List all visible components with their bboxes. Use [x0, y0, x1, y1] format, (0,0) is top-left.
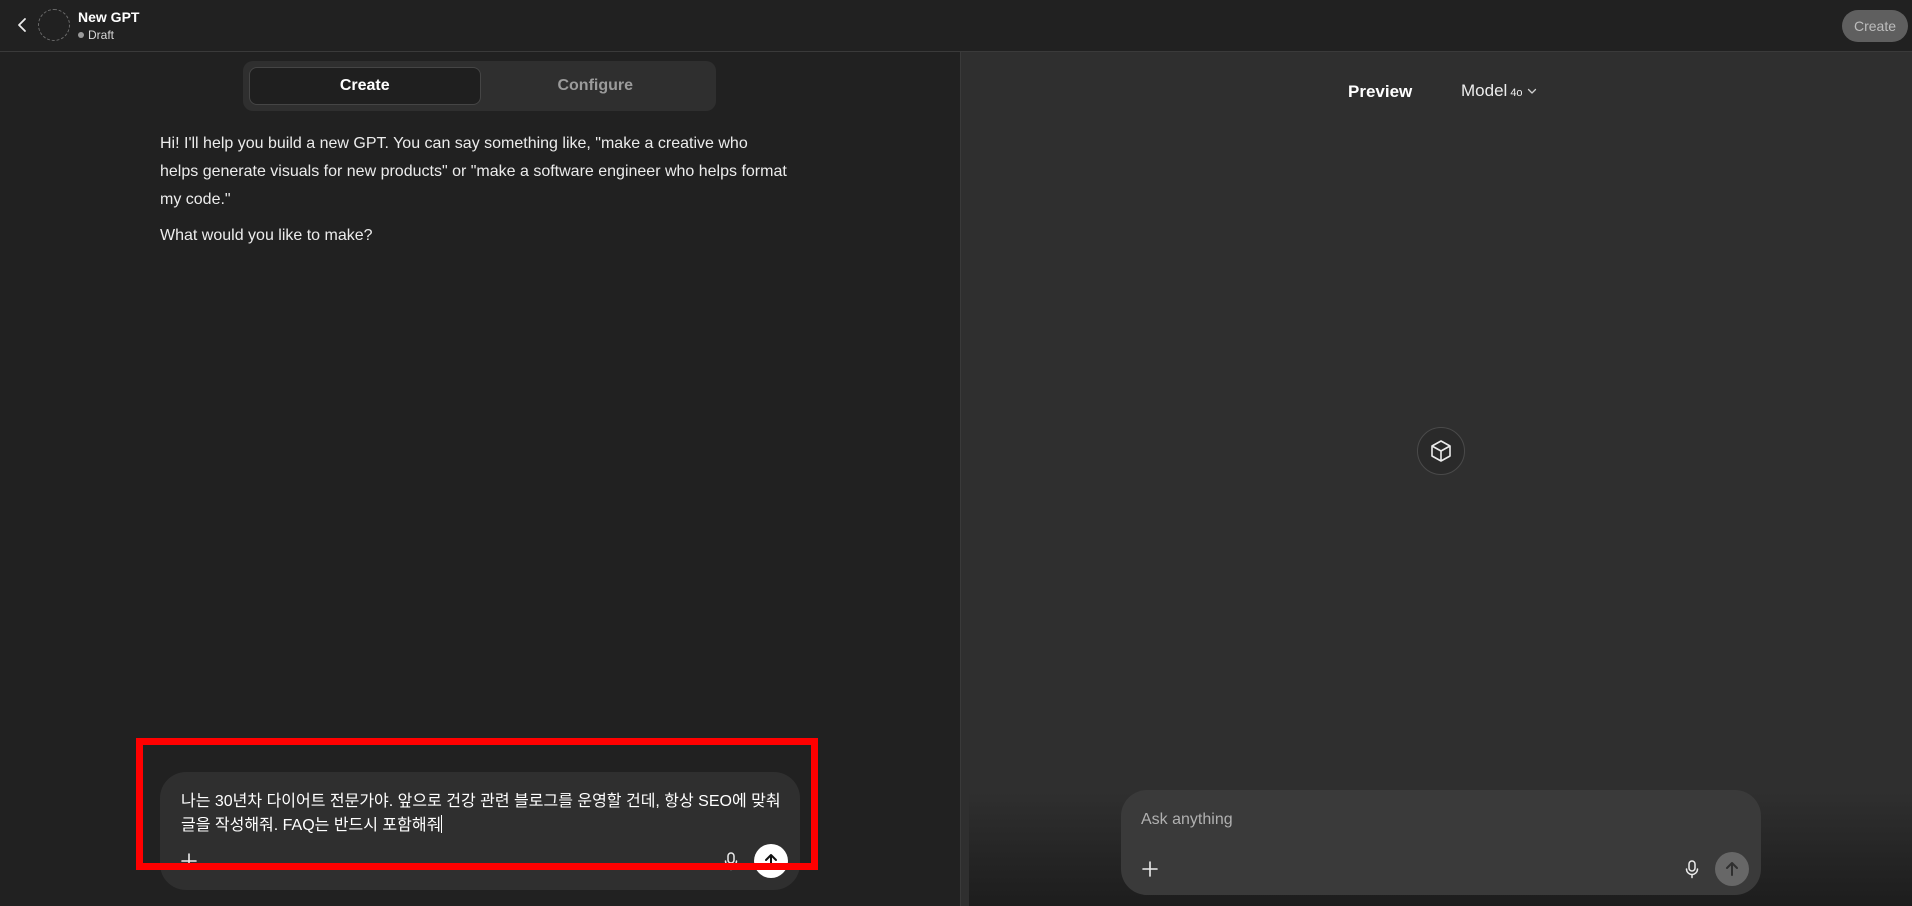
preview-composer[interactable]	[1121, 790, 1761, 895]
arrow-up-icon	[1726, 862, 1738, 876]
status-indicator: Draft	[78, 28, 114, 42]
plus-icon	[1142, 861, 1158, 877]
model-label: Model	[1461, 81, 1508, 100]
gpt-placeholder-icon	[1417, 427, 1465, 475]
plus-icon	[181, 853, 197, 869]
cube-icon	[1431, 440, 1451, 462]
mode-tabs: Create Configure	[243, 61, 716, 111]
voice-input-button[interactable]	[720, 850, 742, 872]
preview-input[interactable]	[1141, 808, 1641, 832]
microphone-icon	[724, 852, 738, 871]
preview-attach-button[interactable]	[1139, 858, 1161, 880]
top-bar: New GPT Draft Create	[0, 0, 1912, 52]
preview-pane: Preview Model 4o	[961, 52, 1912, 906]
text-caret	[441, 815, 443, 833]
gpt-avatar-placeholder[interactable]	[38, 9, 70, 41]
builder-pane: Create Configure Hi! I'll help you build…	[0, 52, 960, 906]
model-version: 4o	[1510, 87, 1523, 99]
preview-voice-button[interactable]	[1681, 858, 1703, 880]
create-button[interactable]: Create	[1842, 10, 1908, 42]
chevron-down-icon	[1527, 88, 1536, 94]
status-dot-icon	[78, 32, 84, 38]
back-button[interactable]	[12, 14, 32, 36]
model-selector[interactable]: Model 4o	[1461, 81, 1538, 101]
assistant-question-text: What would you like to make?	[160, 227, 373, 244]
tab-create[interactable]: Create	[249, 67, 481, 105]
assistant-intro-text: Hi! I'll help you build a new GPT. You c…	[160, 135, 787, 208]
status-label: Draft	[88, 28, 115, 42]
preview-send-button[interactable]	[1715, 852, 1749, 886]
arrow-up-icon	[765, 854, 777, 868]
gpt-title: New GPT	[78, 9, 140, 25]
tab-configure[interactable]: Configure	[481, 67, 711, 105]
composer-input-text: 나는 30년차 다이어트 전문가야. 앞으로 건강 관련 블로그를 운영할 건데…	[181, 793, 781, 834]
composer-input[interactable]: 나는 30년차 다이어트 전문가야. 앞으로 건강 관련 블로그를 운영할 건데…	[181, 790, 781, 838]
chevron-left-icon	[18, 18, 26, 32]
microphone-icon	[1685, 860, 1699, 879]
send-button[interactable]	[754, 844, 788, 878]
assistant-message: Hi! I'll help you build a new GPT. You c…	[160, 130, 790, 250]
preview-label: Preview	[1348, 82, 1413, 101]
attach-button[interactable]	[178, 850, 200, 872]
builder-composer[interactable]: 나는 30년차 다이어트 전문가야. 앞으로 건강 관련 블로그를 운영할 건데…	[160, 772, 800, 890]
